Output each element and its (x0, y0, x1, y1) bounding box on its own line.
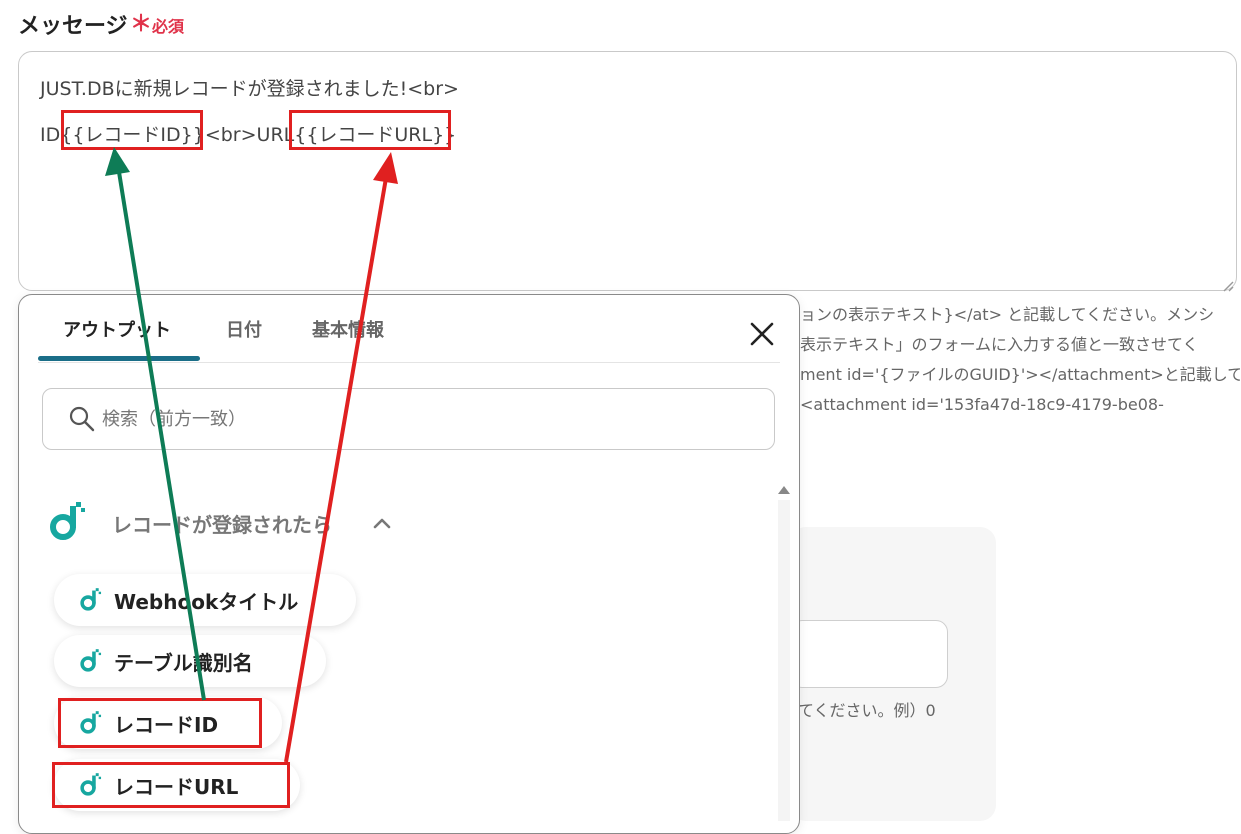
output-item-webhook-title[interactable]: Webhookタイトル (54, 574, 356, 626)
help-text-line: ョンの表示テキスト}</at> と記載してください。メンシ (800, 305, 1215, 324)
background-input[interactable] (790, 620, 948, 688)
highlight-box-record-url-item (52, 762, 290, 808)
search-input[interactable] (102, 404, 502, 434)
highlight-box-record-id-token (61, 110, 203, 150)
message-line-1: JUST.DBに新規レコードが登録されました!<br> (40, 78, 459, 100)
group-title[interactable]: レコードが登録されたら (112, 509, 332, 538)
tab-output[interactable]: アウトプット (63, 316, 171, 342)
justdb-logo-icon (50, 502, 85, 540)
output-item-label: Webhookタイトル (114, 589, 299, 614)
required-asterisk: ＊ (130, 12, 153, 37)
help-text-line: <attachment id='153fa47d-18c9-4179-be08- (800, 395, 1164, 414)
background-hint: てください。例）0 (798, 701, 936, 720)
highlight-box-record-id-item (58, 698, 262, 748)
scrollbar-track[interactable] (778, 500, 790, 821)
help-text: ョンの表示テキスト}</at> と記載してください。メンシ 表示テキスト」のフォ… (800, 300, 1240, 420)
output-item-label: テーブル識別名 (114, 650, 253, 675)
help-text-line: ment id='{ファイルのGUID}'></attachment>と記載して (800, 365, 1240, 384)
resize-handle-icon[interactable] (1222, 280, 1234, 292)
justdb-logo-icon (80, 649, 102, 672)
variable-picker-popup (18, 294, 800, 834)
justdb-logo-icon (80, 588, 102, 611)
output-item-table-id[interactable]: テーブル識別名 (54, 635, 326, 687)
tab-divider (38, 362, 780, 363)
chevron-up-icon[interactable] (372, 516, 392, 530)
highlight-box-record-url-token (289, 110, 451, 150)
required-label: 必須 (152, 17, 185, 36)
field-label: メッセージ (18, 14, 128, 39)
active-tab-indicator (38, 356, 200, 361)
help-text-line: 表示テキスト」のフォームに入力する値と一致させてく (800, 335, 1199, 354)
close-icon[interactable] (748, 320, 776, 348)
tab-basic-info[interactable]: 基本情報 (312, 316, 384, 342)
search-icon (69, 406, 95, 432)
tab-date[interactable]: 日付 (226, 316, 262, 342)
scroll-up-arrow-icon[interactable] (778, 486, 790, 494)
